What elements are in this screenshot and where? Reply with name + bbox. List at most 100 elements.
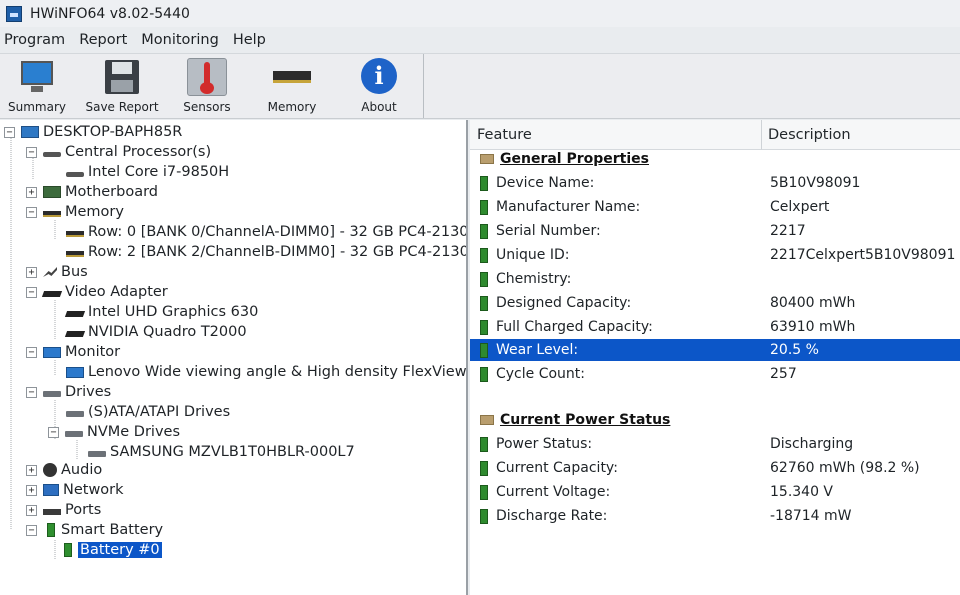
monitor-icon (43, 346, 61, 358)
detail-row[interactable]: Current Voltage: 15.340 V (470, 481, 960, 503)
info-icon: i (359, 58, 399, 96)
tree-node-monitor-item[interactable]: Lenovo Wide viewing angle & High density… (66, 362, 466, 382)
save-report-button[interactable]: Save Report (85, 58, 159, 116)
bus-icon (43, 267, 57, 277)
tree-node-mem-row2[interactable]: Row: 2 [BANK 2/ChannelB-DIMM0] - 32 GB P… (66, 242, 466, 262)
ram-module-icon (43, 211, 61, 217)
tree-label: SAMSUNG MZVLB1T0HBLR-000L7 (110, 444, 355, 460)
detail-row[interactable]: Device Name: 5B10V98091 (470, 172, 960, 194)
collapse-icon[interactable]: − (48, 426, 59, 438)
tree-label: Ports (65, 502, 102, 518)
collapse-icon[interactable]: − (4, 126, 15, 138)
feature-label: Wear Level: (496, 342, 579, 358)
battery-icon (480, 319, 488, 335)
feature-column-header[interactable]: Feature (470, 120, 762, 150)
tree-node-cpu-item[interactable]: Intel Core i7-9850H (66, 162, 229, 182)
tree-node-nvme-item[interactable]: SAMSUNG MZVLB1T0HBLR-000L7 (88, 442, 355, 462)
detail-row[interactable]: Designed Capacity: 80400 mWh (470, 292, 960, 314)
feature-value: 2217 (770, 223, 806, 239)
detail-row[interactable]: Discharge Rate: -18714 mW (470, 505, 960, 527)
detail-row[interactable]: Full Charged Capacity: 63910 mWh (470, 316, 960, 338)
detail-row[interactable]: Serial Number: 2217 (470, 220, 960, 242)
detail-row-selected[interactable]: Wear Level: 20.5 % (470, 339, 960, 361)
tree-node-sata[interactable]: (S)ATA/ATAPI Drives (66, 402, 230, 422)
graphics-card-icon (64, 331, 86, 337)
detail-row[interactable]: Manufacturer Name: Celxpert (470, 196, 960, 218)
tree-node-network[interactable]: + Network (26, 480, 124, 500)
tree-node-ports[interactable]: + Ports (26, 500, 101, 520)
detail-row[interactable]: Power Status: Discharging (470, 433, 960, 455)
expand-icon[interactable]: + (26, 186, 37, 198)
feature-label: Serial Number: (496, 223, 601, 239)
detail-row[interactable]: Unique ID: 2217Celxpert5B10V98091 (470, 244, 960, 266)
section-title: Current Power Status (500, 412, 671, 428)
section-current-power-status: Current Power Status (470, 409, 960, 431)
expand-icon[interactable]: + (26, 504, 37, 516)
tree-node-gpu2[interactable]: NVIDIA Quadro T2000 (64, 322, 247, 342)
tree-label: Row: 0 [BANK 0/ChannelA-DIMM0] - 32 GB P… (88, 224, 468, 240)
collapse-icon[interactable]: − (26, 146, 37, 158)
collapse-icon[interactable]: − (26, 346, 37, 358)
tree-node-smart-battery[interactable]: − Smart Battery (26, 520, 163, 540)
toolbar-separator (423, 54, 424, 118)
tree-node-cpu[interactable]: − Central Processor(s) (26, 142, 211, 162)
graphics-card-icon (64, 311, 86, 317)
tree-node-video[interactable]: − Video Adapter (26, 282, 168, 302)
expand-icon[interactable]: + (26, 484, 37, 496)
summary-button[interactable]: Summary (8, 58, 66, 116)
speaker-icon (43, 463, 57, 477)
menu-help[interactable]: Help (228, 32, 271, 48)
tree-label: Central Processor(s) (65, 144, 212, 160)
tree-label: Drives (65, 384, 112, 400)
feature-label: Chemistry: (496, 271, 572, 287)
detail-row[interactable]: Current Capacity: 62760 mWh (98.2 %) (470, 457, 960, 479)
tree-label: Smart Battery (61, 522, 164, 538)
feature-label: Current Capacity: (496, 460, 618, 476)
ram-module-icon (66, 231, 84, 237)
menu-report[interactable]: Report (74, 32, 132, 48)
memory-button[interactable]: Memory (266, 58, 318, 116)
battery-icon (480, 484, 488, 500)
detail-row[interactable]: Cycle Count: 257 (470, 363, 960, 385)
battery-icon (480, 271, 488, 287)
feature-value: Celxpert (770, 199, 830, 215)
details-pane: Feature Description General Properties D… (470, 120, 960, 595)
tree-node-bus[interactable]: + Bus (26, 262, 88, 282)
battery-icon (480, 342, 488, 358)
monitor-icon (17, 58, 57, 96)
expand-icon[interactable]: + (26, 266, 37, 278)
detail-row[interactable]: Chemistry: (470, 268, 960, 290)
tree-node-motherboard[interactable]: + Motherboard (26, 182, 158, 202)
device-tree[interactable]: − DESKTOP-BAPH85R − Central Processor(s)… (0, 120, 468, 595)
tree-label: NVIDIA Quadro T2000 (88, 324, 247, 340)
tree-label: Monitor (65, 344, 121, 360)
tree-node-drives[interactable]: − Drives (26, 382, 111, 402)
sensors-label: Sensors (183, 100, 231, 114)
tree-node-mem-row0[interactable]: Row: 0 [BANK 0/ChannelA-DIMM0] - 32 GB P… (66, 222, 468, 242)
battery-icon (47, 523, 55, 537)
tree-node-monitor[interactable]: − Monitor (26, 342, 120, 362)
battery-icon (480, 508, 488, 524)
menu-program[interactable]: Program (0, 32, 70, 48)
tree-label: Memory (65, 204, 124, 220)
toolbar: Summary Save Report Sensors Memory i Abo… (0, 53, 960, 119)
tree-node-audio[interactable]: + Audio (26, 460, 102, 480)
tree-node-computer[interactable]: − DESKTOP-BAPH85R (4, 122, 182, 142)
tree-label: Intel UHD Graphics 630 (88, 304, 259, 320)
description-column-header[interactable]: Description (762, 120, 960, 150)
menu-monitoring[interactable]: Monitoring (136, 32, 224, 48)
tree-node-gpu1[interactable]: Intel UHD Graphics 630 (64, 302, 259, 322)
battery-icon (480, 295, 488, 311)
tree-node-memory[interactable]: − Memory (26, 202, 124, 222)
collapse-icon[interactable]: − (26, 286, 37, 298)
sensors-button[interactable]: Sensors (182, 58, 232, 116)
about-button[interactable]: i About (358, 58, 400, 116)
collapse-icon[interactable]: − (26, 206, 37, 218)
expand-icon[interactable]: + (26, 464, 37, 476)
tree-node-battery0[interactable]: Battery #0 (60, 540, 162, 560)
collapse-icon[interactable]: − (26, 524, 37, 536)
thermometer-icon (187, 58, 227, 96)
tree-node-nvme[interactable]: − NVMe Drives (48, 422, 180, 442)
collapse-icon[interactable]: − (26, 386, 37, 398)
drive-icon (66, 411, 84, 417)
